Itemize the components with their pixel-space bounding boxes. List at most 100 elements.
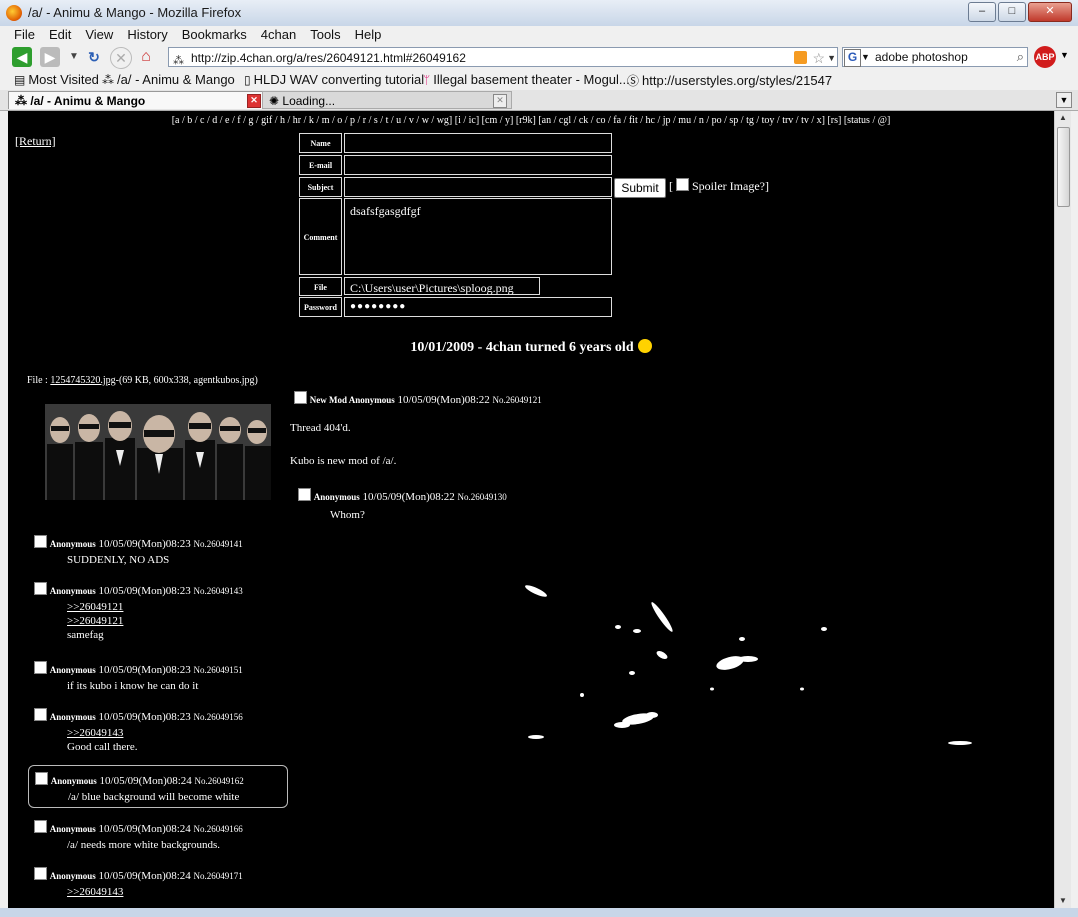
quote-link[interactable]: >>26049121 [67,615,243,627]
menu-help[interactable]: Help [355,26,382,44]
reply-checkbox[interactable] [34,708,47,721]
email-field[interactable] [344,155,612,175]
spoiler-checkbox[interactable] [676,178,689,191]
subject-field[interactable] [344,177,612,197]
paint-splash-graphic [525,585,972,745]
tab-close-icon[interactable]: ✕ [247,94,261,108]
reply-number[interactable]: No.26049166 [194,824,243,834]
file-input[interactable]: C:\Users\user\Pictures\sploog.png [344,277,540,295]
reply-post-highlighted: Anonymous 10/05/09(Mon)08:24 No.26049162… [28,765,288,808]
reply-number[interactable]: No.26049171 [194,871,243,881]
comment-textarea[interactable]: dsafsfgasgdfgf [344,198,612,275]
minimize-button[interactable]: – [968,2,996,22]
window-title: /a/ - Animu & Mango - Mozilla Firefox [28,5,242,20]
reply-name: Anonymous [313,492,360,502]
home-icon[interactable]: ⌂ [136,47,156,67]
menu-tools[interactable]: Tools [310,26,340,44]
close-button[interactable]: ✕ [1028,2,1072,22]
reply-number[interactable]: No.26049162 [195,776,244,786]
menu-bookmarks[interactable]: Bookmarks [182,26,247,44]
adblock-plus-icon[interactable]: ABP [1034,46,1056,68]
bookmark-most-visited[interactable]: ▤ Most Visited [14,72,99,87]
maximize-button[interactable]: □ [998,2,1026,22]
reply-number[interactable]: No.26049143 [194,586,243,596]
bookmark-userstyles[interactable]: Ⓢhttp://userstyles.org/styles/21547 [627,72,832,89]
scroll-down-arrow-icon[interactable]: ▼ [1056,894,1070,908]
forward-arrow-icon[interactable]: ▶ [40,47,60,67]
reply-checkbox[interactable] [298,488,311,501]
comment-label: Comment [299,198,342,275]
menu-file[interactable]: File [14,26,35,44]
adblock-dropdown-icon[interactable]: ▼ [1060,50,1069,60]
url-dropdown-icon[interactable]: ▼ [827,48,836,68]
tab-bar: ⁂ /a/ - Animu & Mango ✕ ✺ Loading... ✕ ▼ [0,90,1078,111]
vertical-scrollbar[interactable]: ▲ ▼ [1054,111,1071,908]
bookmark-star-icon[interactable]: ☆ [812,48,825,68]
scroll-thumb[interactable] [1057,127,1070,207]
reply-number[interactable]: No.26049156 [194,712,243,722]
reply-text: /a/ blue background will become white [68,791,240,803]
file-link[interactable]: 1254745320.jpg [50,375,115,386]
reply-checkbox[interactable] [34,535,47,548]
reply-text: SUDDENLY, NO ADS [67,554,170,566]
bookmarks-toolbar: ▤ Most Visited ⁂/a/ - Animu & Mango ▯ HLDJ… [0,70,1078,90]
reply-checkbox[interactable] [34,820,47,833]
password-field[interactable]: ●●●●●●●● [344,297,612,317]
reply-post: Anonymous 10/05/09(Mon)08:23 No.26049143… [34,582,243,641]
reply-checkbox[interactable] [35,772,48,785]
bookmark-animu[interactable]: ⁂/a/ - Animu & Mango [102,72,235,87]
reply-checkbox[interactable] [34,867,47,880]
reply-date: 10/05/09(Mon)08:24 [99,775,192,787]
window-bottom-border [0,908,1078,917]
tab-animu[interactable]: ⁂ /a/ - Animu & Mango ✕ [8,91,266,109]
tab-close-icon[interactable]: ✕ [493,94,507,108]
reply-header: Anonymous 10/05/09(Mon)08:22 No.26049130 [298,488,507,503]
scroll-up-arrow-icon[interactable]: ▲ [1056,111,1070,125]
reload-icon[interactable]: ↻ [84,47,104,67]
tab-loading[interactable]: ✺ Loading... ✕ [262,91,512,109]
reply-checkbox[interactable] [34,661,47,674]
spoiler-label: Spoiler Image?] [692,179,769,193]
reply-number[interactable]: No.26049151 [194,665,243,675]
thread-thumbnail-image[interactable] [45,404,271,500]
quote-link[interactable]: >>26049143 [67,727,243,739]
op-checkbox[interactable] [294,391,307,404]
reply-number[interactable]: No.26049130 [458,492,507,502]
history-dropdown-icon[interactable]: ▼ [64,47,84,67]
reply-date: 10/05/09(Mon)08:23 [98,585,191,597]
submit-button[interactable]: Submit [614,178,666,198]
bookmark-hldj[interactable]: ▯ HLDJ WAV converting tutorial [244,72,424,87]
menu-bar: File Edit View History Bookmarks 4chan Tools He… [0,26,1078,44]
search-bar[interactable]: G ▼ adobe photoshop ⌕ [842,47,1028,67]
subject-label: Subject [299,177,342,197]
search-icon[interactable]: ⌕ [1017,48,1024,66]
rss-feed-icon[interactable] [794,51,807,64]
email-label: E-mail [299,155,342,175]
reply-number[interactable]: No.26049141 [194,539,243,549]
tab-list-dropdown-icon[interactable]: ▼ [1056,92,1072,108]
reply-post: Anonymous 10/05/09(Mon)08:23 No.26049141… [34,535,243,566]
name-field[interactable] [344,133,612,153]
menu-edit[interactable]: Edit [49,26,71,44]
site-favicon-icon: ⁂ [15,94,31,108]
board-navigation[interactable]: [a / b / c / d / e / f / g / gif / h / h… [8,115,1054,126]
back-arrow-icon[interactable]: ◀ [12,47,32,67]
quote-link[interactable]: >>26049143 [67,886,243,898]
google-engine-icon[interactable]: G [844,49,861,67]
op-number[interactable]: No.26049121 [493,395,542,405]
reply-checkbox[interactable] [34,582,47,595]
return-link[interactable]: [Return] [15,134,56,149]
folder-icon: ▤ [14,73,26,87]
menu-4chan[interactable]: 4chan [261,26,296,44]
bookmark-mogul[interactable]: ᛘ Illegal basement theater - Mogul... [423,72,630,87]
reply-date: 10/05/09(Mon)08:24 [98,870,191,882]
navigation-toolbar: ◀ ▶ ▼ ↻ ✕ ⌂ ⁂ http://zip.4chan.org/a/res… [0,44,1078,70]
address-bar[interactable]: ⁂ http://zip.4chan.org/a/res/26049121.ht… [168,47,838,67]
spoiler-bracket: [ [669,179,673,193]
quote-link[interactable]: >>26049121 [67,601,243,613]
engine-dropdown-icon[interactable]: ▼ [861,48,870,66]
stop-icon[interactable]: ✕ [110,47,132,69]
file-info: File : 1254745320.jpg-(69 KB, 600x338, a… [27,375,258,386]
menu-view[interactable]: View [85,26,113,44]
menu-history[interactable]: History [127,26,167,44]
